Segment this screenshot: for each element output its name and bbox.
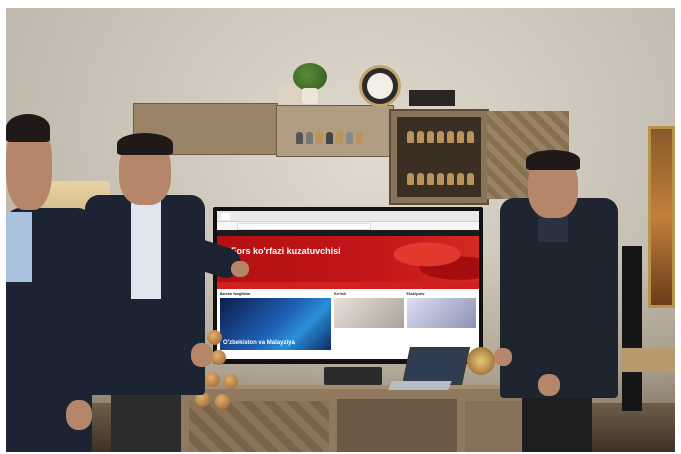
news-row: Barcha Yangiliklar O'zbekiston va Malayz…	[217, 289, 479, 353]
news-card-mid: Ko'rish	[334, 292, 404, 350]
wall-cabinet-open	[389, 109, 489, 205]
plant-pot	[302, 88, 318, 104]
photo-scene: Fors ko'rfazi kuzatuvchisi Barcha Yangil…	[6, 8, 675, 452]
news-card-right: Eksklyuziv	[406, 292, 476, 350]
wall-shelf-middle	[276, 105, 394, 157]
news-image-right	[406, 298, 476, 328]
hero-map	[349, 236, 479, 282]
person-right	[486, 148, 636, 452]
wall-painting	[648, 126, 675, 308]
site-nav	[217, 282, 479, 289]
cabinet-interior	[397, 117, 481, 197]
keyboard	[324, 367, 382, 385]
console-shelf-middle	[337, 399, 457, 452]
browser-tab-bar	[217, 211, 479, 222]
laptop-base	[388, 381, 452, 390]
url-field	[237, 222, 371, 230]
section-label-mid: Ko'rish	[334, 292, 347, 296]
potted-plant	[293, 63, 327, 91]
decor-vase	[277, 83, 299, 105]
figurine-row-bottom	[407, 173, 474, 185]
radio-box	[409, 90, 455, 106]
section-label-right: Eksklyuziv	[406, 292, 425, 296]
tv-screen: Fors ko'rfazi kuzatuvchisi Barcha Yangil…	[217, 211, 479, 359]
browser-url-bar	[217, 222, 479, 230]
laptop	[388, 347, 471, 391]
person-center	[81, 133, 251, 452]
television: Fors ko'rfazi kuzatuvchisi Barcha Yangil…	[213, 207, 483, 364]
laptop-screen	[401, 347, 471, 385]
hero-banner: Fors ko'rfazi kuzatuvchisi	[217, 236, 479, 282]
news-image-mid	[334, 298, 404, 328]
clock-icon	[359, 65, 401, 107]
shelf-figurines	[296, 132, 363, 144]
figurine-row-top	[407, 131, 474, 143]
